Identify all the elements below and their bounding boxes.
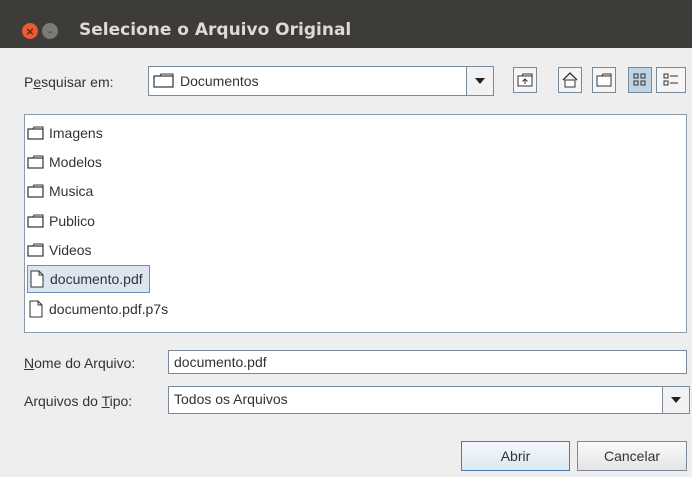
filename-input[interactable]: documento.pdf xyxy=(168,350,687,374)
cancel-button[interactable]: Cancelar xyxy=(577,441,687,471)
folder-icon xyxy=(27,184,44,198)
chevron-down-icon xyxy=(475,78,485,84)
filetype-select[interactable]: Todos os Arquivos xyxy=(168,386,690,414)
file-list[interactable]: Imagens Modelos Musica Publico Videos do… xyxy=(24,114,687,333)
close-window-button[interactable]: × xyxy=(22,23,38,39)
details-view-button[interactable] xyxy=(656,67,686,93)
list-item-file-selected[interactable]: documento.pdf xyxy=(27,265,150,293)
title-bar: × – Selecione o Arquivo Original xyxy=(0,0,692,48)
details-view-icon xyxy=(663,73,678,86)
open-button[interactable]: Abrir xyxy=(461,441,570,471)
lookin-value: Documentos xyxy=(180,73,259,89)
file-icon xyxy=(30,270,44,288)
filename-label: Nome do Arquivo: xyxy=(24,355,136,371)
home-button[interactable] xyxy=(558,67,582,93)
list-item-folder-imagens[interactable]: Imagens xyxy=(27,120,109,146)
window-title: Selecione o Arquivo Original xyxy=(79,20,352,40)
home-icon xyxy=(562,72,578,88)
folder-icon xyxy=(153,73,174,88)
list-item-folder-modelos[interactable]: Modelos xyxy=(27,149,108,175)
folder-icon xyxy=(27,214,44,228)
lookin-label: Pesquisar em: xyxy=(24,74,114,90)
list-view-icon xyxy=(633,73,646,86)
new-folder-button[interactable] xyxy=(592,67,616,93)
file-icon xyxy=(29,300,43,318)
folder-icon xyxy=(27,126,44,140)
up-folder-icon xyxy=(517,73,533,87)
chevron-down-icon xyxy=(671,397,681,403)
list-item-folder-musica[interactable]: Musica xyxy=(27,178,99,204)
list-item-file[interactable]: documento.pdf.p7s xyxy=(27,296,174,322)
list-item-folder-videos[interactable]: Videos xyxy=(27,237,98,263)
minimize-icon: – xyxy=(47,24,53,38)
filetype-dropdown-button[interactable] xyxy=(662,387,689,413)
minimize-window-button[interactable]: – xyxy=(42,23,58,39)
new-folder-icon xyxy=(596,73,612,87)
lookin-dropdown-button[interactable] xyxy=(466,67,493,95)
filetype-label: Arquivos do Tipo: xyxy=(24,393,133,409)
up-folder-button[interactable] xyxy=(513,67,537,93)
close-icon: × xyxy=(25,24,35,38)
list-view-button[interactable] xyxy=(628,67,652,93)
folder-icon xyxy=(27,155,44,169)
lookin-combo[interactable]: Documentos xyxy=(148,66,494,96)
folder-icon xyxy=(27,243,44,257)
list-item-folder-publico[interactable]: Publico xyxy=(27,208,101,234)
